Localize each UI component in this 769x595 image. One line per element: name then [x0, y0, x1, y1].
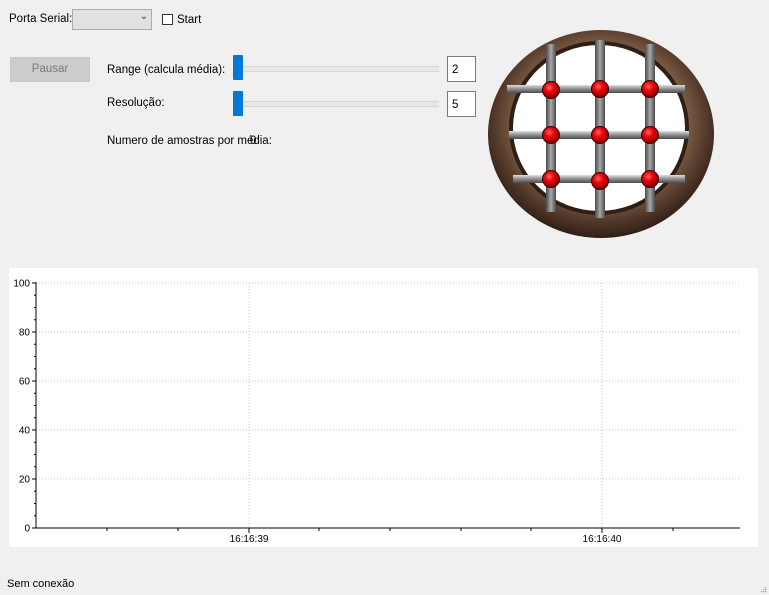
x-tick-label: 16:16:39	[230, 534, 269, 545]
range-slider-thumb[interactable]	[233, 55, 243, 80]
y-tick-label: 100	[13, 279, 30, 290]
x-tick-label: 16:16:40	[583, 534, 622, 545]
range-spinbox[interactable]: 2	[447, 56, 476, 82]
start-checkbox[interactable]	[162, 14, 173, 25]
samples-label: Numero de amostras por média:	[107, 135, 272, 147]
samples-value: 0	[250, 135, 257, 147]
pause-button[interactable]: Pausar	[10, 57, 90, 82]
resolution-label: Resolução:	[107, 97, 165, 109]
y-tick-label: 40	[19, 426, 31, 437]
port-serial-label: Porta Serial:	[9, 13, 73, 25]
start-label[interactable]: Start	[177, 14, 201, 26]
chevron-down-icon: ⌄	[139, 11, 148, 22]
port-serial-select[interactable]: ⌄	[72, 9, 152, 30]
status-text: Sem conexão	[7, 578, 75, 590]
y-tick-label: 80	[19, 328, 31, 339]
y-tick-label: 20	[19, 475, 31, 486]
resize-grip-icon[interactable]	[759, 585, 767, 593]
resolution-slider-thumb[interactable]	[233, 91, 243, 116]
range-label: Range (calcula média):	[107, 64, 226, 76]
chart-plot: 0 20 40 60 80 100 16:16:39 16:16:40	[13, 279, 740, 545]
y-tick-label: 0	[24, 524, 30, 535]
sensor-grid-visual	[488, 30, 714, 238]
resolution-slider-track[interactable]	[233, 101, 439, 107]
y-tick-label: 60	[19, 377, 31, 388]
resolution-spinbox[interactable]: 5	[447, 91, 476, 117]
range-slider-track[interactable]	[233, 66, 439, 72]
chart-panel: 0 20 40 60 80 100 16:16:39 16:16:40	[9, 268, 758, 547]
